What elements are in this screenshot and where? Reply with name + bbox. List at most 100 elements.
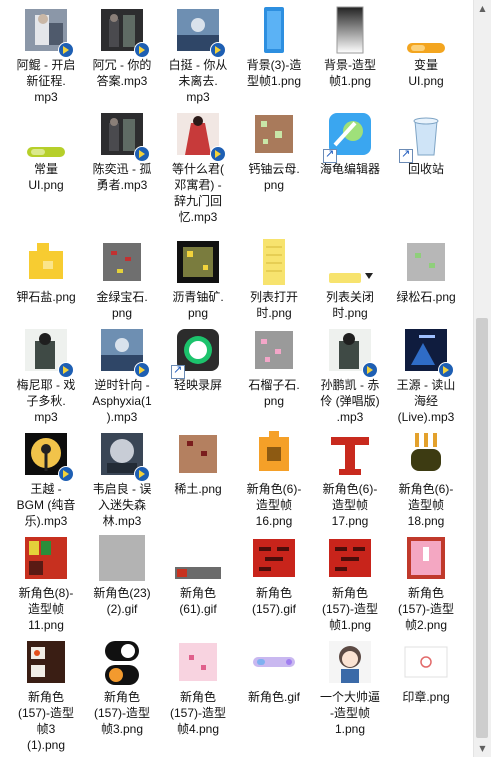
image-file-icon [21, 237, 71, 287]
image-file-icon [173, 237, 223, 287]
file-label: 白挺 - 你从 未离去. mp3 [168, 58, 228, 104]
shortcut-arrow-icon [399, 147, 413, 163]
image-file-icon [97, 533, 147, 583]
file-item[interactable]: 背景(3)-造 型帧1.png [236, 0, 312, 104]
image-file-icon [401, 5, 451, 55]
music-file-icon [173, 109, 226, 162]
file-label: 绿松石.png [396, 290, 456, 304]
file-item[interactable]: 石榴子石. png [236, 320, 312, 424]
shortcut-arrow-icon [171, 363, 185, 379]
file-item[interactable]: 新角色(6)- 造型帧 16.png [236, 424, 312, 528]
music-file-icon [97, 109, 150, 162]
file-item[interactable]: 新角色 (157).gif [236, 528, 312, 632]
file-item[interactable]: 钙铀云母. png [236, 104, 312, 208]
file-item[interactable]: 新角色(23) (2).gif [84, 528, 160, 632]
image-file-icon [249, 5, 299, 55]
file-label: 新角色 (61).gif [179, 586, 217, 616]
file-item[interactable]: 白挺 - 你从 未离去. mp3 [160, 0, 236, 104]
image-file-icon [21, 533, 71, 583]
media-player-overlay-icon [58, 362, 74, 378]
file-item[interactable]: 新角色(8)- 造型帧 11.png [8, 528, 84, 632]
image-file-icon [325, 5, 375, 55]
file-label: 沥青铀矿. png [172, 290, 224, 320]
file-item[interactable]: 孙鹏凯 - 赤 伶 (弹唱版) .mp3 [312, 320, 388, 424]
media-player-overlay-icon [58, 42, 74, 58]
file-label: 海龟编辑器 [319, 162, 380, 176]
file-grid: 阿鲲 - 开启 新征程. mp3 阿冗 - 你的 答案.mp3 白挺 - 你从 未离… [0, 0, 474, 757]
music-file-icon [21, 325, 74, 378]
file-item[interactable]: 陈奕迅 - 孤 勇者.mp3 [84, 104, 160, 208]
file-item[interactable]: 阿鲲 - 开启 新征程. mp3 [8, 0, 84, 104]
file-item[interactable]: 新角色.gif [236, 632, 312, 736]
file-item[interactable]: 新角色 (157)-造型 帧3 (1).png [8, 632, 84, 752]
image-file-icon [21, 109, 71, 159]
scroll-down-arrow-icon[interactable]: ▼ [474, 740, 491, 757]
file-item[interactable]: 等什么君( 邓寓君) - 辞九门回 忆.mp3 [160, 104, 236, 224]
file-item[interactable]: 新角色 (157)-造型 帧3.png [84, 632, 160, 736]
file-label: 钙铀云母. png [248, 162, 300, 192]
media-player-overlay-icon [134, 362, 150, 378]
file-item[interactable]: 新角色(6)- 造型帧 17.png [312, 424, 388, 528]
music-file-icon [97, 429, 150, 482]
scroll-thumb[interactable] [476, 318, 488, 738]
scroll-up-arrow-icon[interactable]: ▲ [474, 0, 491, 17]
file-item[interactable]: 韦启良 - 误 入迷失森 林.mp3 [84, 424, 160, 528]
file-label: 稀土.png [174, 482, 222, 496]
file-label: 印章.png [402, 690, 450, 704]
file-item[interactable]: 海龟编辑器 [312, 104, 388, 208]
file-label: 一个大帅逼 -造型帧 1.png [319, 690, 380, 736]
file-label: 阿鲲 - 开启 新征程. mp3 [16, 58, 76, 104]
file-label: 新角色(6)- 造型帧 18.png [398, 482, 454, 528]
file-item[interactable]: 常量 UI.png [8, 104, 84, 208]
image-file-icon [249, 237, 299, 287]
file-label: 钾石盐.png [16, 290, 76, 304]
image-file-icon [401, 637, 451, 687]
file-item[interactable]: 新角色 (61).gif [160, 528, 236, 632]
music-file-icon [173, 5, 226, 58]
file-label: 新角色 (157)-造型 帧3 (1).png [17, 690, 74, 752]
image-file-icon [401, 237, 451, 287]
file-item[interactable]: 新角色 (157)-造型 帧1.png [312, 528, 388, 632]
file-item[interactable]: 王源 - 读山 海经 (Live).mp3 [388, 320, 464, 424]
image-file-icon [97, 637, 147, 687]
image-file-icon [249, 533, 299, 583]
file-label: 等什么君( 邓寓君) - 辞九门回 忆.mp3 [172, 162, 224, 224]
image-file-icon [325, 237, 375, 287]
media-player-overlay-icon [210, 146, 226, 162]
file-item[interactable]: 逆时针向 - Asphyxia(1 ).mp3 [84, 320, 160, 424]
media-player-overlay-icon [58, 466, 74, 482]
file-label: 轻映录屏 [173, 378, 222, 392]
file-item[interactable]: 印章.png [388, 632, 464, 736]
file-label: 回收站 [407, 162, 444, 176]
file-item[interactable]: 背景-造型 帧1.png [312, 0, 388, 104]
recycle-bin-icon [399, 109, 451, 163]
file-item[interactable]: 轻映录屏 [160, 320, 236, 424]
shortcut-arrow-icon [323, 147, 337, 163]
file-item[interactable]: 一个大帅逼 -造型帧 1.png [312, 632, 388, 736]
file-item[interactable]: 变量 UI.png [388, 0, 464, 104]
file-item[interactable]: 梅尼耶 - 戏 子多秋. mp3 [8, 320, 84, 424]
file-label: 逆时针向 - Asphyxia(1 ).mp3 [92, 378, 152, 424]
file-label: 常量 UI.png [28, 162, 64, 192]
file-item[interactable]: 回收站 [388, 104, 464, 208]
music-file-icon [21, 429, 74, 482]
file-item[interactable]: 阿冗 - 你的 答案.mp3 [84, 0, 160, 104]
file-item[interactable]: 新角色 (157)-造型 帧4.png [160, 632, 236, 736]
file-label: 陈奕迅 - 孤 勇者.mp3 [92, 162, 152, 192]
image-file-icon [21, 637, 71, 687]
file-item[interactable]: 王越 - BGM (纯音 乐).mp3 [8, 424, 84, 528]
image-file-icon [401, 533, 451, 583]
file-item[interactable]: 新角色 (157)-造型 帧2.png [388, 528, 464, 632]
vertical-scrollbar[interactable]: ▲ ▼ [473, 0, 491, 757]
image-file-icon [249, 109, 299, 159]
file-item[interactable]: 新角色(6)- 造型帧 18.png [388, 424, 464, 528]
file-item[interactable]: 稀土.png [160, 424, 236, 528]
file-label: 石榴子石. png [248, 378, 300, 408]
music-file-icon [325, 325, 378, 378]
image-file-icon [249, 325, 299, 375]
file-label: 背景(3)-造 型帧1.png [246, 58, 302, 88]
file-label: 新角色 (157).gif [251, 586, 297, 616]
media-player-overlay-icon [438, 362, 454, 378]
turtle-app-icon [323, 109, 375, 163]
media-player-overlay-icon [134, 466, 150, 482]
